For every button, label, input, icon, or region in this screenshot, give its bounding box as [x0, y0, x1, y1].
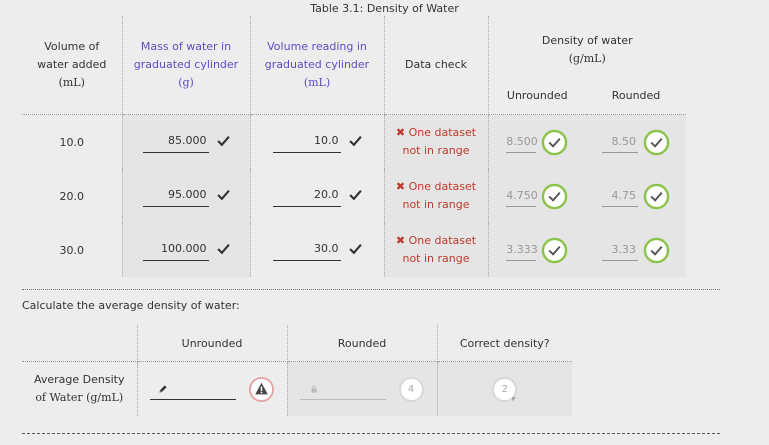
mass-input[interactable]: 95.000	[142, 188, 209, 207]
avg-row-label: Average Density of Water (g/mL)	[22, 361, 138, 416]
header-volume-reading: Volume reading in graduated cylinder (mL…	[250, 16, 385, 115]
check-circle-icon	[643, 183, 670, 209]
header-avg-unrounded: Unrounded	[137, 325, 288, 362]
volume-cell: 10.0	[22, 114, 123, 169]
unrounded-value: 4.750	[506, 185, 538, 207]
header-blank	[22, 325, 138, 362]
check-circle-icon	[643, 237, 670, 263]
table-caption: Table 3.1: Density of Water	[310, 2, 459, 15]
correct-step-badge: 2	[491, 376, 518, 403]
check-circle-icon	[541, 183, 568, 209]
unrounded-cell: 4.750	[488, 169, 586, 223]
avg-rounded-input	[321, 381, 386, 396]
check-icon	[348, 189, 362, 200]
rounded-value: 8.50	[602, 131, 638, 153]
check-circle-icon	[643, 129, 670, 155]
avg-rounded-cell: 4	[287, 361, 438, 416]
data-check-error: ✖ One dataset not in range	[395, 126, 477, 157]
reading-input[interactable]: 20.0	[272, 188, 341, 207]
header-rounded: Rounded	[586, 78, 686, 115]
data-check-cell: ✖ One dataset not in range	[384, 169, 489, 223]
header-avg-rounded: Rounded	[287, 325, 438, 362]
rounded-cell: 3.33	[586, 223, 686, 277]
avg-unrounded-cell	[137, 361, 288, 416]
rounded-cell: 4.75	[586, 169, 686, 223]
reading-cell: 20.0	[250, 169, 385, 223]
data-check-error: ✖ One dataset not in range	[395, 180, 477, 211]
avg-unrounded-input[interactable]	[171, 381, 236, 396]
table-row: Average Density of Water (g/mL) 4 2	[22, 361, 572, 416]
check-icon	[348, 135, 362, 146]
volume-cell: 20.0	[22, 169, 123, 223]
density-table: Volume of water added (mL) Mass of water…	[22, 16, 686, 277]
reading-input[interactable]: 10.0	[272, 134, 341, 153]
average-density-table: Unrounded Rounded Correct density? Avera…	[22, 325, 572, 416]
rounded-value: 3.33	[602, 239, 638, 261]
warning-icon	[248, 376, 274, 402]
mass-cell: 85.000	[122, 114, 251, 169]
check-icon	[216, 135, 230, 146]
data-check-cell: ✖ One dataset not in range	[384, 223, 489, 277]
check-icon	[216, 243, 230, 254]
mass-cell: 100.000	[122, 223, 251, 277]
lock-icon	[310, 385, 317, 393]
unrounded-cell: 8.500	[488, 114, 586, 169]
table-row: 30.0 100.000 30.0 ✖ One dataset not in r…	[22, 223, 686, 277]
average-prompt: Calculate the average density of water:	[22, 299, 240, 312]
rounded-step-badge: 4	[398, 376, 425, 403]
data-check-cell: ✖ One dataset not in range	[384, 114, 489, 169]
table-row: 10.0 85.000 10.0 ✖ One dataset not in ra…	[22, 114, 686, 169]
header-density: Density of water (g/mL)	[541, 34, 633, 65]
table-row: 20.0 95.000 20.0 ✖ One dataset not in ra…	[22, 169, 686, 223]
mass-input[interactable]: 85.000	[142, 134, 209, 153]
unrounded-cell: 3.333	[488, 223, 586, 277]
volume-cell: 30.0	[22, 223, 123, 277]
correct-density-cell: 2	[437, 361, 572, 416]
check-icon	[216, 189, 230, 200]
unrounded-value: 8.500	[506, 131, 538, 153]
section-divider	[22, 289, 720, 290]
reading-cell: 30.0	[250, 223, 385, 277]
rounded-value: 4.75	[602, 185, 638, 207]
mass-cell: 95.000	[122, 169, 251, 223]
check-circle-icon	[541, 237, 568, 263]
pencil-icon	[158, 384, 167, 393]
x-icon: ✖	[395, 180, 406, 193]
unrounded-value: 3.333	[506, 239, 538, 261]
bottom-divider	[22, 433, 720, 434]
x-icon: ✖	[395, 126, 406, 139]
mass-input[interactable]: 100.000	[142, 242, 209, 261]
header-unrounded: Unrounded	[488, 78, 586, 115]
check-icon	[348, 243, 362, 254]
header-correct-density: Correct density?	[437, 325, 572, 362]
check-circle-icon	[541, 129, 568, 155]
header-data-check: Data check	[384, 16, 489, 115]
rounded-cell: 8.50	[586, 114, 686, 169]
header-volume-added: Volume of water added (mL)	[22, 16, 123, 115]
data-check-error: ✖ One dataset not in range	[395, 234, 477, 265]
reading-cell: 10.0	[250, 114, 385, 169]
header-mass: Mass of water in graduated cylinder (g)	[122, 16, 251, 115]
reading-input[interactable]: 30.0	[272, 242, 341, 261]
x-icon: ✖	[395, 234, 406, 247]
